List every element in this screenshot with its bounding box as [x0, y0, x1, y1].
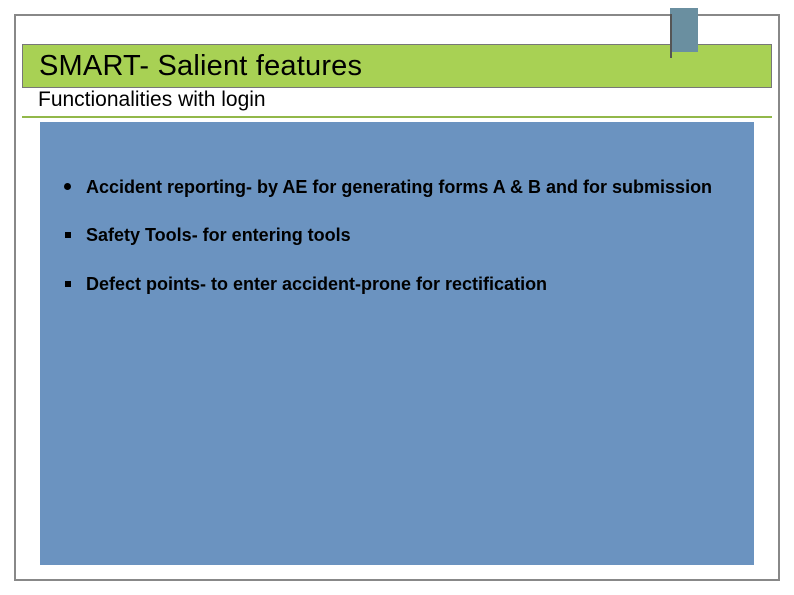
bullet-item: Safety Tools- for entering tools [56, 224, 738, 247]
bullet-list: Accident reporting- by AE for generating… [56, 176, 738, 321]
bullet-marker-icon [65, 232, 71, 238]
bullet-item: Defect points- to enter accident-prone f… [56, 273, 738, 296]
subtitle-bar: Functionalities with login [22, 88, 772, 118]
bullet-text: Safety Tools- for entering tools [86, 225, 351, 245]
bullet-marker-icon [64, 183, 71, 190]
bullet-text: Accident reporting- by AE for generating… [86, 177, 712, 197]
slide: SMART- Salient features Functionalities … [0, 0, 794, 595]
title-bar: SMART- Salient features [22, 44, 772, 88]
bullet-marker-icon [65, 281, 71, 287]
corner-decoration [670, 8, 698, 52]
slide-title: SMART- Salient features [23, 50, 362, 83]
bullet-item: Accident reporting- by AE for generating… [56, 176, 738, 199]
bullet-text: Defect points- to enter accident-prone f… [86, 274, 547, 294]
slide-subtitle: Functionalities with login [22, 88, 266, 112]
